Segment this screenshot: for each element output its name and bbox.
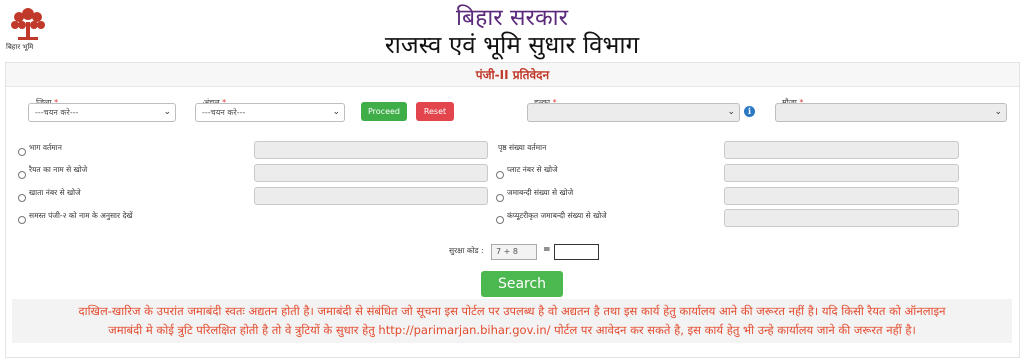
chevron-down-icon: ⌄ [727, 107, 735, 117]
circle-select[interactable]: ---चयन करे--- ⌄ [195, 103, 345, 122]
panel-heading: पंजी-II प्रतिवेदन [6, 63, 1019, 87]
department-title: राजस्व एवं भूमि सुधार विभाग [384, 31, 640, 59]
option-label-computerized-jamabandi: कंप्यूटरीकृत जमाबन्दी संख्या से खोजे [507, 211, 607, 220]
radio-computerized-jamabandi[interactable] [496, 216, 504, 224]
khata-number-input[interactable] [254, 187, 488, 205]
option-label-raiyat-name: रैयत का नाम से खोजे [29, 165, 88, 174]
option-label-jamabandi-number: जमाबन्दी संख्या से खोजे [507, 188, 574, 197]
site-header: बिहार भूमि बिहार सरकार राजस्व एवं भूमि स… [0, 0, 1024, 62]
option-label-prishth-sankhya: पृष्ठ संख्या वर्तमान [498, 143, 547, 152]
option-label-khata-number: खाता नंबर से खोजे [29, 188, 81, 197]
option-label-bhag-vartaman: भाग वर्तमान [29, 143, 62, 152]
computerized-jamabandi-input[interactable] [724, 209, 959, 227]
captcha-equals: = [543, 245, 551, 255]
reset-button[interactable]: Reset [416, 102, 454, 121]
bhag-vartaman-input[interactable] [254, 141, 488, 159]
notice-line-1: दाखिल-खारिज के उपरांत जमाबंदी स्वतः अद्य… [78, 304, 946, 318]
info-icon[interactable]: i [744, 106, 755, 117]
radio-raiyat-name[interactable] [18, 171, 26, 179]
radio-all-panji-by-name[interactable] [18, 216, 26, 224]
captcha-label: सुरक्षा कोड : [449, 246, 484, 255]
captcha-expression: 7 + 8 [491, 244, 537, 260]
jamabandi-number-input[interactable] [724, 187, 959, 205]
radio-plot-number[interactable] [496, 171, 504, 179]
radio-jamabandi-number[interactable] [496, 194, 504, 202]
chevron-down-icon: ⌄ [163, 107, 171, 117]
option-label-plot-number: प्लाट नंबर से खोजे [507, 165, 558, 174]
notice-box: दाखिल-खारिज के उपरांत जमाबंदी स्वतः अद्य… [12, 299, 1012, 343]
mauja-select[interactable]: ⌄ [775, 103, 1007, 122]
district-select[interactable]: ---चयन करे--- ⌄ [28, 103, 176, 122]
chevron-down-icon: ⌄ [332, 107, 340, 117]
notice-line-2: जमाबंदी मे कोई त्रुटि परिलक्षित होती है … [108, 323, 916, 337]
raiyat-name-input[interactable] [254, 164, 488, 182]
halka-select[interactable]: ⌄ [527, 103, 740, 122]
proceed-button[interactable]: Proceed [361, 102, 407, 121]
prishth-sankhya-input[interactable] [724, 141, 959, 159]
chevron-down-icon: ⌄ [994, 107, 1002, 117]
government-title: बिहार सरकार [456, 5, 568, 31]
search-button[interactable]: Search [481, 271, 563, 297]
radio-khata-number[interactable] [18, 194, 26, 202]
plot-number-input[interactable] [724, 164, 959, 182]
radio-bhag-vartaman[interactable] [18, 148, 26, 156]
option-label-all-panji-by-name: समस्त पंजी-२ को नाम के अनुसार देखें [29, 211, 133, 220]
captcha-answer-input[interactable] [554, 244, 599, 260]
